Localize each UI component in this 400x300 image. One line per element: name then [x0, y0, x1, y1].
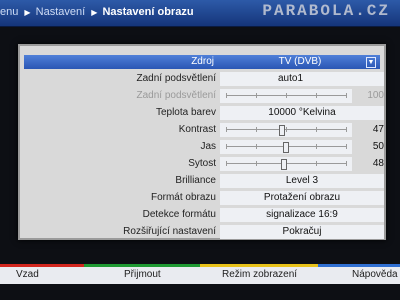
setting-row-backlight-mode[interactable]: Zadní podsvětlení auto1 — [26, 72, 384, 86]
slider-tick — [256, 127, 257, 132]
dropdown-icon: ▼ — [366, 57, 376, 68]
slider-tick — [226, 127, 227, 132]
slider-value: 48 — [372, 158, 384, 169]
slider-tick — [286, 93, 287, 98]
back-button[interactable]: Vzad — [0, 264, 84, 284]
slider-tick — [256, 161, 257, 166]
setting-value[interactable]: signalizace 16:9 — [220, 208, 384, 222]
setting-value[interactable]: Level 3 — [220, 174, 384, 188]
setting-label: Detekce formátu — [142, 209, 216, 220]
setting-row-backlight-level: Zadní podsvětlení 100 — [26, 89, 384, 103]
slider-thumb[interactable] — [283, 142, 289, 153]
setting-row-brilliance[interactable]: Brilliance Level 3 — [26, 174, 384, 188]
setting-row-brightness[interactable]: Jas 50 — [26, 140, 384, 154]
slider-tick — [256, 144, 257, 149]
setting-label: Zdroj — [191, 56, 214, 67]
view-mode-button[interactable]: Režim zobrazení — [200, 264, 318, 284]
contrast-slider[interactable] — [220, 123, 352, 137]
green-key-indicator — [84, 264, 200, 267]
slider-tick — [346, 161, 347, 166]
picture-settings-panel: Zdroj TV (DVB) ▼ Zadní podsvětlení auto1… — [18, 44, 386, 240]
accept-button-label: Přijmout — [124, 269, 161, 280]
yellow-key-indicator — [200, 264, 318, 267]
slider-value: 50 — [372, 141, 384, 152]
slider-tick — [256, 93, 257, 98]
setting-label: Zadní podsvětlení — [136, 90, 217, 101]
chevron-right-icon: ▶ — [24, 8, 31, 17]
slider-value: 100 — [367, 90, 384, 101]
setting-value[interactable]: Protažení obrazu — [220, 191, 384, 205]
slider-value: 47 — [372, 124, 384, 135]
setting-row-saturation[interactable]: Sytost 48 — [26, 157, 384, 171]
help-button[interactable]: Nápověda — [318, 264, 400, 284]
slider-thumb[interactable] — [279, 125, 285, 136]
view-mode-button-label: Režim zobrazení — [222, 269, 298, 280]
source-select[interactable]: TV (DVB) — [218, 55, 382, 69]
accept-button[interactable]: Přijmout — [84, 264, 200, 284]
setting-label: Kontrast — [178, 124, 216, 135]
setting-label: Teplota barev — [155, 107, 216, 118]
slider-tick — [226, 93, 227, 98]
breadcrumb-item-picture-settings: Nastavení obrazu — [102, 6, 194, 18]
slider-tick — [346, 144, 347, 149]
slider-tick — [346, 93, 347, 98]
setting-row-format-detection[interactable]: Detekce formátu signalizace 16:9 — [26, 208, 384, 222]
setting-value[interactable]: auto1 — [220, 72, 384, 86]
breadcrumb-item-menu[interactable]: enu — [0, 6, 18, 18]
backlight-slider — [220, 89, 352, 103]
continue-button[interactable]: Pokračuj — [220, 225, 384, 239]
saturation-slider[interactable] — [220, 157, 352, 171]
setting-label: Zadní podsvětlení — [136, 73, 217, 84]
slider-tick — [286, 127, 287, 132]
slider-tick — [316, 127, 317, 132]
slider-tick — [346, 127, 347, 132]
slider-tick — [316, 161, 317, 166]
brightness-slider[interactable] — [220, 140, 352, 154]
setting-row-contrast[interactable]: Kontrast 47 — [26, 123, 384, 137]
setting-value[interactable]: 10000 °Kelvina — [220, 106, 384, 120]
breadcrumb: enu ▶ Nastavení ▶ Nastavení obrazu — [0, 6, 195, 18]
setting-row-advanced[interactable]: Rozšiřující nastavení Pokračuj — [26, 225, 384, 239]
setting-label: Brilliance — [175, 175, 216, 186]
setting-label: Formát obrazu — [150, 192, 216, 203]
slider-tick — [226, 161, 227, 166]
slider-tick — [226, 144, 227, 149]
breadcrumb-item-settings[interactable]: Nastavení — [36, 6, 86, 18]
red-key-indicator — [0, 264, 84, 267]
setting-label: Sytost — [188, 158, 216, 169]
setting-label: Rozšiřující nastavení — [123, 226, 216, 237]
setting-row-picture-format[interactable]: Formát obrazu Protažení obrazu — [26, 191, 384, 205]
help-button-label: Nápověda — [352, 269, 398, 280]
slider-tick — [316, 144, 317, 149]
slider-thumb[interactable] — [281, 159, 287, 170]
setting-label: Jas — [200, 141, 216, 152]
watermark-logo: PARABOLA.CZ — [262, 2, 390, 20]
blue-key-indicator — [318, 264, 400, 267]
header-bar: enu ▶ Nastavení ▶ Nastavení obrazu PARAB… — [0, 0, 400, 27]
back-button-label: Vzad — [16, 269, 39, 280]
chevron-right-icon: ▶ — [91, 8, 98, 17]
color-key-bar: Vzad Přijmout Režim zobrazení Nápověda — [0, 264, 400, 284]
setting-row-source[interactable]: Zdroj TV (DVB) ▼ — [24, 55, 380, 69]
setting-row-color-temperature[interactable]: Teplota barev 10000 °Kelvina — [26, 106, 384, 120]
slider-tick — [316, 93, 317, 98]
